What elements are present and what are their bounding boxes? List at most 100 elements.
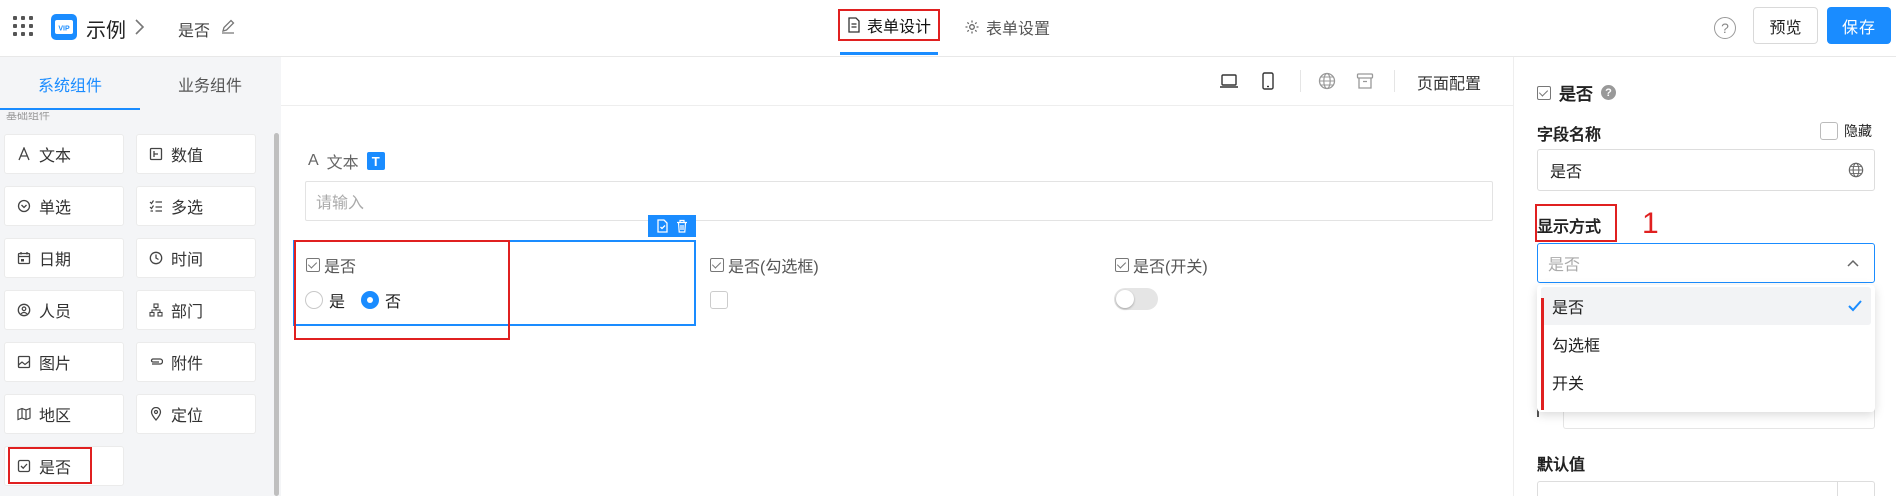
component-attachment[interactable]: 附件	[136, 342, 256, 382]
desktop-view-icon[interactable]	[1219, 72, 1238, 90]
toggle-switch[interactable]	[1114, 288, 1158, 310]
properties-title-text: 是否	[1559, 85, 1593, 104]
field-name-input[interactable]: 是否	[1537, 149, 1875, 191]
archive-icon[interactable]	[1356, 72, 1374, 90]
display-mode-label: 显示方式	[1537, 219, 1602, 236]
tab-form-design-label: 表单设计	[866, 19, 931, 36]
hide-checkbox[interactable]: 隐藏	[1820, 121, 1872, 141]
default-value-label: 默认值	[1537, 457, 1586, 474]
active-tab-indicator	[0, 108, 140, 110]
component-label: 部门	[171, 304, 204, 321]
help-icon[interactable]: ?	[1601, 85, 1616, 100]
tab-form-design[interactable]: 表单设计	[838, 9, 940, 41]
field-action-bar	[648, 215, 696, 237]
copy-icon[interactable]	[655, 219, 669, 233]
toolbar-separator	[1394, 70, 1395, 92]
clock-icon	[149, 251, 163, 265]
map-icon	[17, 407, 31, 421]
checklist-icon	[149, 199, 163, 213]
text-field-label[interactable]: A 文本 T	[308, 149, 385, 173]
field-label-text: 是否(勾选框)	[728, 259, 819, 276]
preview-button[interactable]: 预览	[1753, 7, 1818, 44]
component-label: 地区	[39, 408, 72, 425]
component-region[interactable]: 地区	[4, 394, 124, 434]
radio-option-no[interactable]: 否	[361, 288, 401, 312]
dropdown-option-switch[interactable]: 开关	[1541, 363, 1871, 401]
text-field-input[interactable]: 请输入	[305, 181, 1493, 221]
radio-option-label: 否	[385, 294, 402, 311]
component-person[interactable]: 人员	[4, 290, 124, 330]
radio-option-yes[interactable]: 是	[305, 288, 345, 312]
check-icon	[1847, 299, 1863, 313]
app-grid-icon[interactable]	[12, 15, 34, 37]
component-label: 时间	[171, 252, 204, 269]
person-icon	[17, 303, 31, 317]
help-icon[interactable]: ?	[1714, 17, 1736, 39]
annotation-highlight-box	[8, 447, 92, 484]
active-tab-indicator	[840, 52, 938, 55]
app-title[interactable]: 示例	[86, 14, 126, 43]
checkbox-input[interactable]	[1820, 122, 1838, 140]
mobile-view-icon[interactable]	[1260, 72, 1278, 90]
gear-icon	[965, 20, 979, 34]
checkbox-icon	[1537, 85, 1551, 100]
sidebar-scrollbar[interactable]	[274, 133, 279, 496]
globe-icon[interactable]	[1848, 162, 1864, 178]
tab-business-components[interactable]: 业务组件	[140, 57, 280, 110]
dropdown-option-checkbox[interactable]: 勾选框	[1541, 325, 1871, 363]
globe-icon[interactable]	[1318, 72, 1336, 90]
checkbox-input[interactable]	[710, 291, 728, 309]
display-mode-select[interactable]: 是否	[1537, 243, 1875, 283]
toolbar-separator	[1300, 70, 1301, 92]
component-label: 定位	[171, 408, 204, 425]
radio-button[interactable]	[305, 291, 323, 309]
chevron-right-icon	[134, 18, 146, 36]
image-icon	[17, 355, 31, 369]
component-label: 多选	[171, 200, 204, 217]
save-button[interactable]: 保存	[1827, 7, 1891, 44]
chevron-up-icon	[1846, 258, 1860, 268]
logo-text: VIP	[58, 26, 70, 33]
display-mode-placeholder: 是否	[1548, 257, 1581, 274]
field-name-value: 是否	[1550, 164, 1583, 181]
page-config-button[interactable]: 页面配置	[1417, 70, 1481, 94]
text-field-prefix: A	[308, 152, 319, 169]
component-single-select[interactable]: 单选	[4, 186, 124, 226]
component-multi-select[interactable]: 多选	[136, 186, 256, 226]
component-group-label: 基础组件	[6, 112, 50, 121]
app-logo: VIP	[51, 14, 77, 40]
component-label: 人员	[39, 304, 72, 321]
delete-icon[interactable]	[675, 219, 689, 233]
annotation-line	[1541, 298, 1544, 410]
display-mode-dropdown: 是否 勾选框 开关	[1537, 285, 1875, 412]
radio-icon	[17, 199, 31, 213]
component-label: 文本	[39, 148, 72, 165]
yes-no-switch-field-label: 是否(开关)	[1115, 253, 1208, 277]
component-image[interactable]: 图片	[4, 342, 124, 382]
component-location[interactable]: 定位	[136, 394, 256, 434]
radio-button-checked[interactable]	[361, 291, 379, 309]
edit-pencil-icon[interactable]	[220, 18, 236, 34]
component-date[interactable]: 日期	[4, 238, 124, 278]
tab-form-settings-label: 表单设置	[986, 21, 1051, 38]
yes-no-field-label: 是否	[306, 253, 356, 277]
component-number[interactable]: 数值	[136, 134, 256, 174]
checkbox-icon	[306, 258, 320, 272]
checkbox-icon	[1115, 258, 1129, 272]
tab-system-components[interactable]: 系统组件	[0, 57, 140, 110]
field-label-text: 是否(开关)	[1133, 259, 1208, 276]
location-icon	[149, 407, 163, 421]
hide-label: 隐藏	[1844, 123, 1872, 139]
component-time[interactable]: 时间	[136, 238, 256, 278]
default-value-input[interactable]	[1537, 481, 1875, 496]
component-text[interactable]: 文本	[4, 134, 124, 174]
toolbar-divider	[281, 105, 1513, 106]
tab-form-settings[interactable]: 表单设置	[964, 15, 1050, 39]
component-label: 日期	[39, 252, 72, 269]
annotation-number: 1	[1642, 207, 1659, 240]
option-label: 勾选框	[1552, 338, 1601, 355]
checkbox-icon	[710, 258, 724, 272]
component-department[interactable]: 部门	[136, 290, 256, 330]
breadcrumb-current: 是否	[178, 23, 211, 40]
dropdown-option-yes-no[interactable]: 是否	[1541, 287, 1871, 325]
